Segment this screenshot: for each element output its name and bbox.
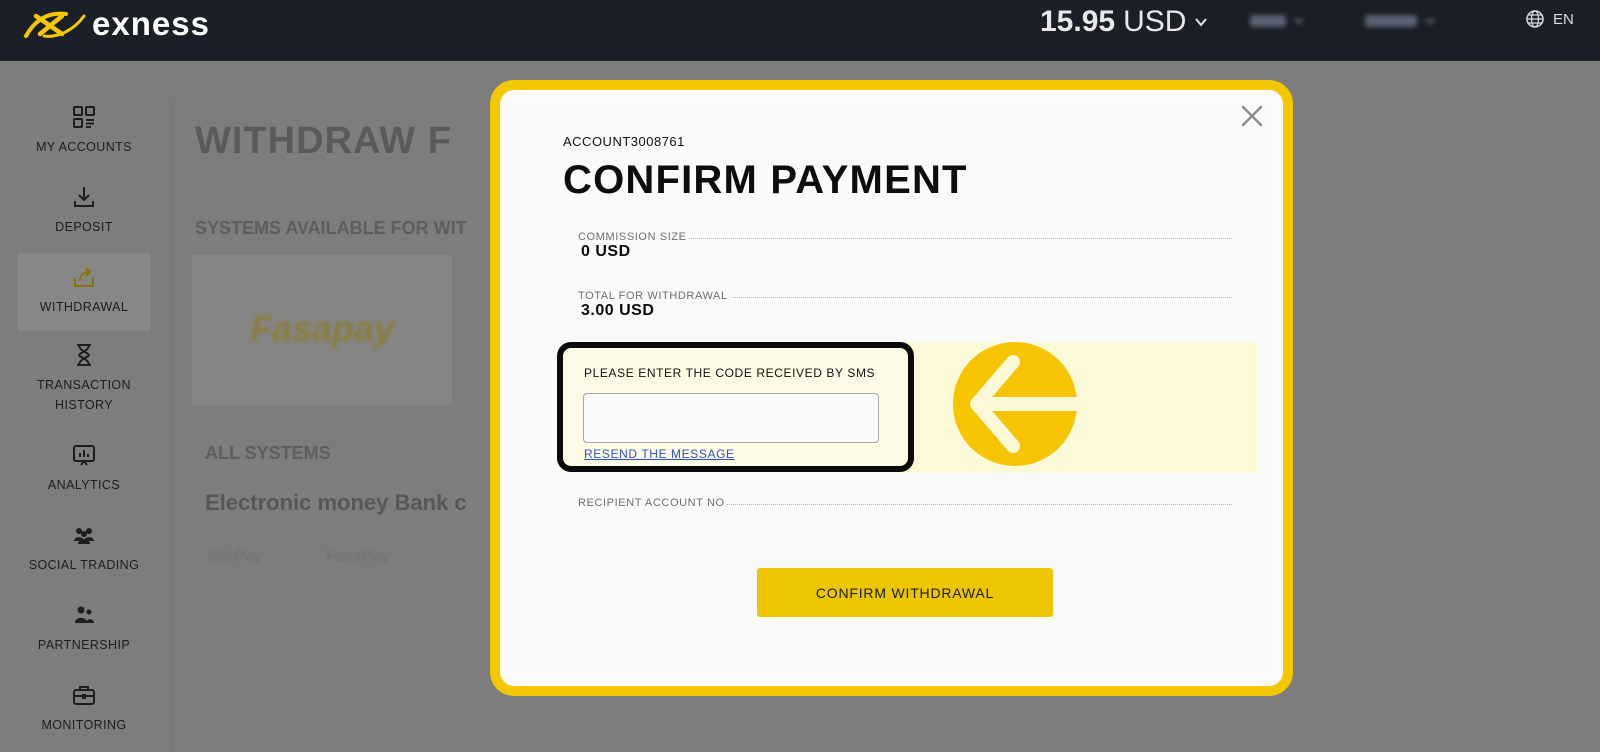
people-icon	[74, 528, 94, 544]
sms-code-input[interactable]	[583, 393, 879, 443]
commission-value: 0 USD	[581, 243, 631, 260]
pay-option[interactable]: FasaPay	[326, 548, 389, 566]
arrow-left-icon	[953, 342, 1077, 466]
sidebar-item-transaction-history[interactable]: TRANSACTION HISTORY	[18, 343, 150, 415]
sidebar-item-my-accounts[interactable]: MY ACCOUNTS	[18, 105, 150, 157]
sidebar-item-partnership[interactable]: PARTNERSHIP	[18, 603, 150, 655]
systems-heading: SYSTEMS AVAILABLE FOR WIT	[195, 218, 467, 238]
commission-label: COMMISSION SIZE	[578, 231, 689, 243]
sidebar-item-label: MONITORING	[41, 718, 127, 732]
sidebar-item-label: ANALYTICS	[47, 478, 121, 492]
sidebar-item-label: DEPOSIT	[55, 220, 113, 234]
recipient-account-label: RECIPIENT ACCOUNT NO	[578, 497, 727, 509]
pay-option[interactable]: SticPay	[208, 548, 262, 566]
sidebar-item-label: WITHDRAWAL	[39, 300, 129, 314]
confirm-withdrawal-button[interactable]: CONFIRM WITHDRAWAL	[757, 568, 1053, 617]
page-title: WITHDRAW F	[195, 120, 452, 162]
sidebar: MY ACCOUNTS DEPOSIT WITHDRAWAL TRANSACTI…	[0, 61, 172, 752]
sidebar-item-social-trading[interactable]: SOCIAL TRADING	[18, 523, 150, 575]
commission-field: COMMISSION SIZE 0 USD	[578, 231, 1232, 267]
close-icon[interactable]	[1240, 104, 1264, 128]
total-value: 3.00 USD	[581, 302, 655, 319]
sidebar-item-label: SOCIAL TRADING	[28, 558, 140, 572]
account-number: ACCOUNT3008761	[563, 134, 685, 149]
recipient-account-field: RECIPIENT ACCOUNT NO	[578, 497, 1232, 517]
total-withdrawal-field: TOTAL FOR WITHDRAWAL 3.00 USD	[578, 290, 1232, 326]
system-category-tabs[interactable]: Electronic money Bank c	[205, 490, 467, 516]
sidebar-item-label: PARTNERSHIP	[37, 638, 131, 652]
sidebar-item-label: MY ACCOUNTS	[36, 140, 132, 154]
modal-title: CONFIRM PAYMENT	[563, 158, 968, 202]
all-systems-heading: ALL SYSTEMS	[205, 443, 331, 463]
sidebar-item-label: TRANSACTION HISTORY	[37, 378, 131, 412]
resend-message-link[interactable]: RESEND THE MESSAGE	[584, 447, 735, 461]
dashboard-icon	[73, 106, 95, 128]
sidebar-item-analytics[interactable]: ANALYTICS	[18, 443, 150, 495]
sidebar-item-monitoring[interactable]: MONITORING	[18, 683, 150, 735]
download-icon	[74, 187, 94, 207]
hourglass-icon	[77, 344, 91, 366]
sms-code-highlight-box: PLEASE ENTER THE CODE RECEIVED BY SMS RE…	[557, 342, 914, 472]
sms-code-label: PLEASE ENTER THE CODE RECEIVED BY SMS	[584, 366, 876, 380]
sidebar-divider	[172, 100, 173, 752]
chart-screen-icon	[73, 445, 95, 466]
payment-system-logo: Fasapay	[250, 308, 395, 349]
sidebar-item-withdrawal[interactable]: WITHDRAWAL	[18, 253, 150, 331]
sidebar-item-deposit[interactable]: DEPOSIT	[18, 185, 150, 237]
handshake-icon	[75, 606, 94, 623]
total-label: TOTAL FOR WITHDRAWAL	[578, 290, 730, 302]
briefcase-icon	[73, 686, 95, 705]
upload-icon	[74, 267, 94, 287]
